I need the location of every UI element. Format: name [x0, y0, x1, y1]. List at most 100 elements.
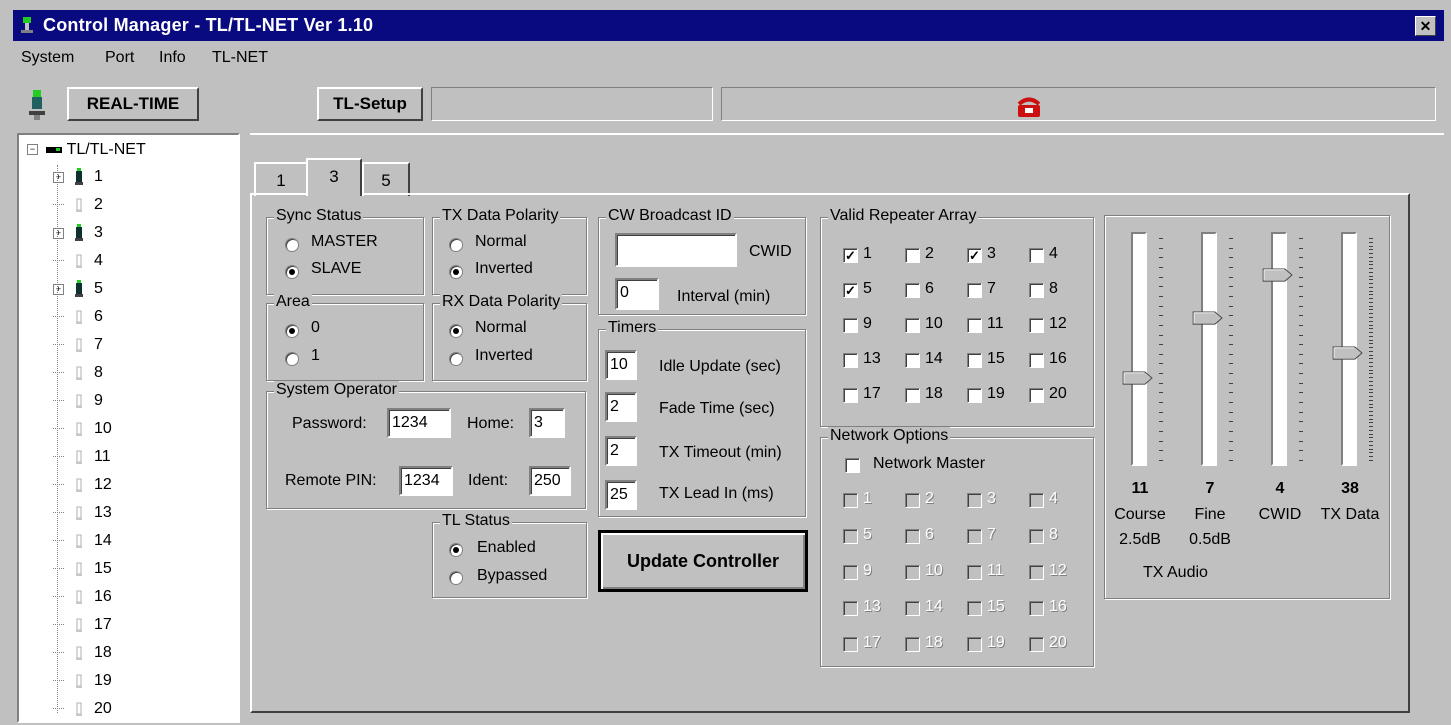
tree-node-12[interactable]: 12 — [53, 476, 112, 498]
bypassed-radio[interactable] — [449, 571, 463, 585]
repeater-checkbox-7[interactable] — [967, 283, 982, 298]
repeater-checkbox-13[interactable] — [843, 353, 858, 368]
rx-inverted-radio[interactable] — [449, 352, 463, 366]
repeater-checkbox-2[interactable] — [905, 248, 920, 263]
network-master-checkbox[interactable] — [845, 458, 860, 473]
tree-root[interactable]: − TL/TL-NET — [27, 141, 146, 163]
tree-node-13[interactable]: 13 — [53, 504, 112, 526]
tree-node-15[interactable]: 15 — [53, 560, 112, 582]
slider-thumb[interactable] — [1261, 268, 1295, 283]
master-radio[interactable] — [285, 238, 299, 252]
tree-node-6[interactable]: 6 — [53, 308, 103, 330]
status-field — [431, 87, 713, 121]
area-1-label: 1 — [311, 347, 320, 364]
tx-lead-input[interactable]: 25 — [605, 480, 637, 510]
tab-1[interactable]: 1 — [254, 162, 308, 196]
slider-track-fine[interactable] — [1201, 232, 1217, 466]
device-tree[interactable]: − TL/TL-NET +1 2 +3 4 +5 6 7 8 9 10 11 12 13 14 15 16 17… — [17, 133, 240, 723]
repeater-checkbox-14[interactable] — [905, 353, 920, 368]
expand-icon[interactable]: + — [53, 283, 64, 295]
expand-icon[interactable]: + — [53, 227, 64, 239]
slider-thumb[interactable] — [1331, 346, 1365, 360]
tree-node-20[interactable]: 20 — [53, 700, 112, 722]
tree-node-2[interactable]: 2 — [53, 196, 103, 218]
slave-radio[interactable] — [285, 265, 299, 279]
idle-update-input[interactable]: 10 — [605, 350, 637, 380]
tick-mark — [1229, 344, 1233, 346]
ident-input[interactable]: 250 — [529, 466, 571, 496]
tab-5[interactable]: 5 — [362, 162, 410, 196]
repeater-checkbox-1[interactable]: ✓ — [843, 248, 858, 263]
tx-timeout-input[interactable]: 2 — [605, 436, 637, 466]
repeater-checkbox-9[interactable] — [843, 318, 858, 333]
repeater-checkbox-20[interactable] — [1029, 388, 1044, 403]
repeater-label-11: 11 — [987, 315, 1004, 332]
slider-track-cwid[interactable] — [1271, 232, 1287, 466]
repeater-checkbox-10[interactable] — [905, 318, 920, 333]
area-1-radio[interactable] — [285, 352, 299, 366]
tx-normal-radio[interactable] — [449, 238, 463, 252]
tl-setup-button[interactable]: TL-Setup — [317, 87, 423, 121]
remote-pin-input[interactable]: 1234 — [399, 466, 453, 496]
tree-node-11[interactable]: 11 — [53, 448, 111, 470]
tree-node-8[interactable]: 8 — [53, 364, 103, 386]
repeater-checkbox-3[interactable]: ✓ — [967, 248, 982, 263]
repeater-checkbox-15[interactable] — [967, 353, 982, 368]
tree-node-1[interactable]: +1 — [53, 168, 103, 190]
expand-icon[interactable]: + — [53, 171, 64, 183]
tick-mark — [1369, 392, 1373, 394]
area-0-radio[interactable] — [285, 324, 299, 338]
tick-mark — [1299, 276, 1303, 278]
tick-mark — [1369, 317, 1373, 319]
tree-node-16[interactable]: 16 — [53, 588, 112, 610]
tree-node-4[interactable]: 4 — [53, 252, 103, 274]
interval-input[interactable]: 0 — [615, 278, 659, 310]
repeater-checkbox-17[interactable] — [843, 388, 858, 403]
tab-3[interactable]: 3 — [306, 158, 362, 196]
slider-thumb[interactable] — [1191, 311, 1225, 325]
tx-inverted-radio[interactable] — [449, 265, 463, 279]
menu-port[interactable]: Port — [105, 49, 134, 67]
repeater-checkbox-4[interactable] — [1029, 248, 1044, 263]
title-bar[interactable]: Control Manager - TL/TL-NET Ver 1.10 ✕ — [13, 10, 1444, 41]
tree-node-10[interactable]: 10 — [53, 420, 112, 442]
repeater-checkbox-11[interactable] — [967, 318, 982, 333]
repeater-icon — [76, 534, 82, 548]
repeater-checkbox-18[interactable] — [905, 388, 920, 403]
cwid-input[interactable] — [615, 233, 737, 267]
rx-normal-radio[interactable] — [449, 324, 463, 338]
repeater-checkbox-16[interactable] — [1029, 353, 1044, 368]
repeater-checkbox-5[interactable]: ✓ — [843, 283, 858, 298]
menu-tl-net[interactable]: TL-NET — [212, 49, 268, 67]
fade-time-input[interactable]: 2 — [605, 392, 637, 422]
menu-system[interactable]: System — [21, 49, 74, 67]
tree-node-3[interactable]: +3 — [53, 224, 103, 246]
tree-node-9[interactable]: 9 — [53, 392, 103, 414]
tree-node-label: 1 — [94, 168, 103, 186]
network-label-11: 11 — [987, 562, 1004, 579]
tree-node-17[interactable]: 17 — [53, 616, 112, 638]
tick-mark — [1159, 440, 1163, 442]
tree-node-14[interactable]: 14 — [53, 532, 112, 554]
repeater-checkbox-6[interactable] — [905, 283, 920, 298]
slider-thumb[interactable] — [1121, 371, 1155, 385]
phone-icon[interactable] — [1016, 95, 1042, 119]
repeater-checkbox-12[interactable] — [1029, 318, 1044, 333]
slider-name: Fine — [1194, 506, 1226, 523]
realtime-button[interactable]: REAL-TIME — [67, 87, 199, 121]
update-controller-button[interactable]: Update Controller — [598, 530, 808, 592]
enabled-radio[interactable] — [449, 543, 463, 557]
home-input[interactable]: 3 — [529, 408, 565, 438]
network-checkbox-20 — [1029, 637, 1044, 652]
tree-node-19[interactable]: 19 — [53, 672, 112, 694]
password-input[interactable]: 1234 — [387, 408, 451, 438]
tree-node-5[interactable]: +5 — [53, 280, 103, 302]
slider-track-course[interactable] — [1131, 232, 1147, 466]
tree-node-7[interactable]: 7 — [53, 336, 103, 358]
menu-info[interactable]: Info — [159, 49, 186, 67]
tree-node-18[interactable]: 18 — [53, 644, 112, 666]
close-button[interactable]: ✕ — [1415, 16, 1436, 36]
repeater-checkbox-19[interactable] — [967, 388, 982, 403]
collapse-icon[interactable]: − — [27, 144, 38, 156]
repeater-checkbox-8[interactable] — [1029, 283, 1044, 298]
